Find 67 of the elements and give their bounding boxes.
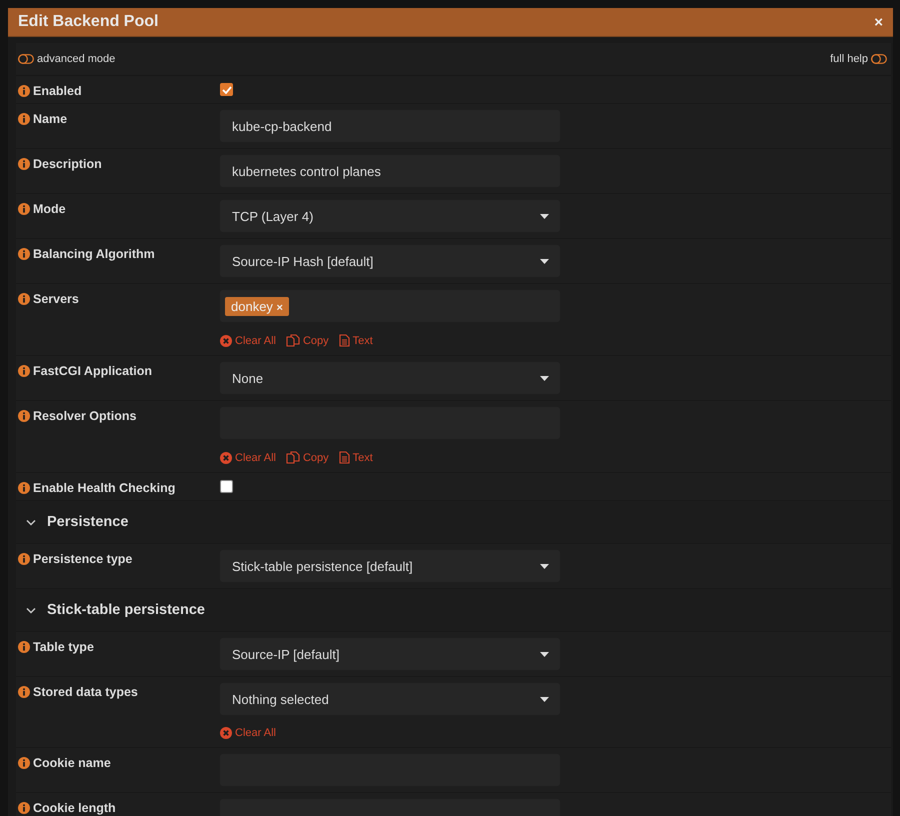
text-field[interactable]: kubernetes control planes <box>220 155 560 187</box>
select-dropdown[interactable]: Stick-table persistence [default] <box>220 550 560 582</box>
field-label: Description <box>33 157 102 171</box>
info-icon[interactable] <box>18 686 30 698</box>
field-label: Name <box>33 112 68 126</box>
text-link[interactable]: Text <box>338 334 373 347</box>
info-icon[interactable] <box>18 248 30 260</box>
section-title: Stick-table persistence <box>47 602 205 618</box>
dialog-title: Edit Backend Pool <box>18 13 158 31</box>
select-dropdown[interactable]: TCP (Layer 4) <box>220 200 560 232</box>
section-title: Persistence <box>47 514 128 530</box>
chevron-down-icon[interactable] <box>26 518 36 526</box>
select-dropdown[interactable]: Source-IP [default] <box>220 638 560 670</box>
field-label: FastCGI Application <box>33 364 152 378</box>
field-label: Persistence type <box>33 552 132 566</box>
info-icon[interactable] <box>18 553 30 565</box>
full-help-toggle[interactable]: full help <box>830 53 887 65</box>
caret-down-icon <box>540 258 549 264</box>
info-icon[interactable] <box>18 293 30 305</box>
text-link[interactable]: Text <box>338 451 373 464</box>
info-icon[interactable] <box>18 802 30 814</box>
caret-down-icon <box>540 376 549 380</box>
info-icon[interactable] <box>18 85 30 97</box>
caret-down-icon <box>540 214 549 218</box>
advanced-mode-toggle[interactable]: advanced mode <box>18 53 116 65</box>
info-icon[interactable] <box>18 203 30 215</box>
caret-down-icon <box>540 696 549 702</box>
document-icon <box>338 451 350 464</box>
clear-link[interactable]: Clear All <box>220 334 276 347</box>
clear-link[interactable]: Clear All <box>220 727 276 739</box>
field-label: Enable Health Checking <box>33 481 176 495</box>
field-label: Resolver Options <box>33 409 136 423</box>
field-label: Table type <box>33 640 94 654</box>
chevron-down-icon[interactable] <box>26 606 36 614</box>
field-label: Balancing Algorithm <box>33 247 155 261</box>
document-icon <box>338 334 350 347</box>
clear-icon <box>220 727 232 739</box>
info-icon[interactable] <box>18 410 30 422</box>
field-label: Servers <box>33 292 79 306</box>
caret-down-icon <box>540 652 549 656</box>
field-label: Stored data types <box>33 685 138 699</box>
checkmark-icon <box>222 86 232 94</box>
caret-down-icon <box>540 564 549 568</box>
clear-icon <box>220 452 232 464</box>
field-label: Enabled <box>33 84 82 98</box>
copy-link[interactable]: Copy <box>286 451 329 464</box>
clear-icon <box>220 334 232 346</box>
info-icon[interactable] <box>18 365 30 377</box>
info-icon[interactable] <box>18 757 30 769</box>
select-dropdown[interactable]: None <box>220 362 560 394</box>
checkbox[interactable] <box>220 480 233 493</box>
copy-icon <box>286 334 300 347</box>
info-icon[interactable] <box>18 158 30 170</box>
info-icon[interactable] <box>18 482 30 494</box>
close-button[interactable]: × <box>872 14 885 30</box>
select-dropdown[interactable]: Source-IP Hash [default] <box>220 245 560 277</box>
copy-icon <box>286 451 300 464</box>
field-label: Mode <box>33 202 66 216</box>
copy-link[interactable]: Copy <box>286 334 329 347</box>
select-dropdown[interactable]: Nothing selected <box>220 683 560 715</box>
checkbox[interactable] <box>220 83 233 96</box>
info-icon[interactable] <box>18 641 30 653</box>
field-label: Cookie name <box>33 756 111 770</box>
text-field[interactable]: kube-cp-backend <box>220 110 560 142</box>
clear-link[interactable]: Clear All <box>220 451 276 464</box>
field-label: Cookie length <box>33 801 116 815</box>
info-icon[interactable] <box>18 113 30 125</box>
